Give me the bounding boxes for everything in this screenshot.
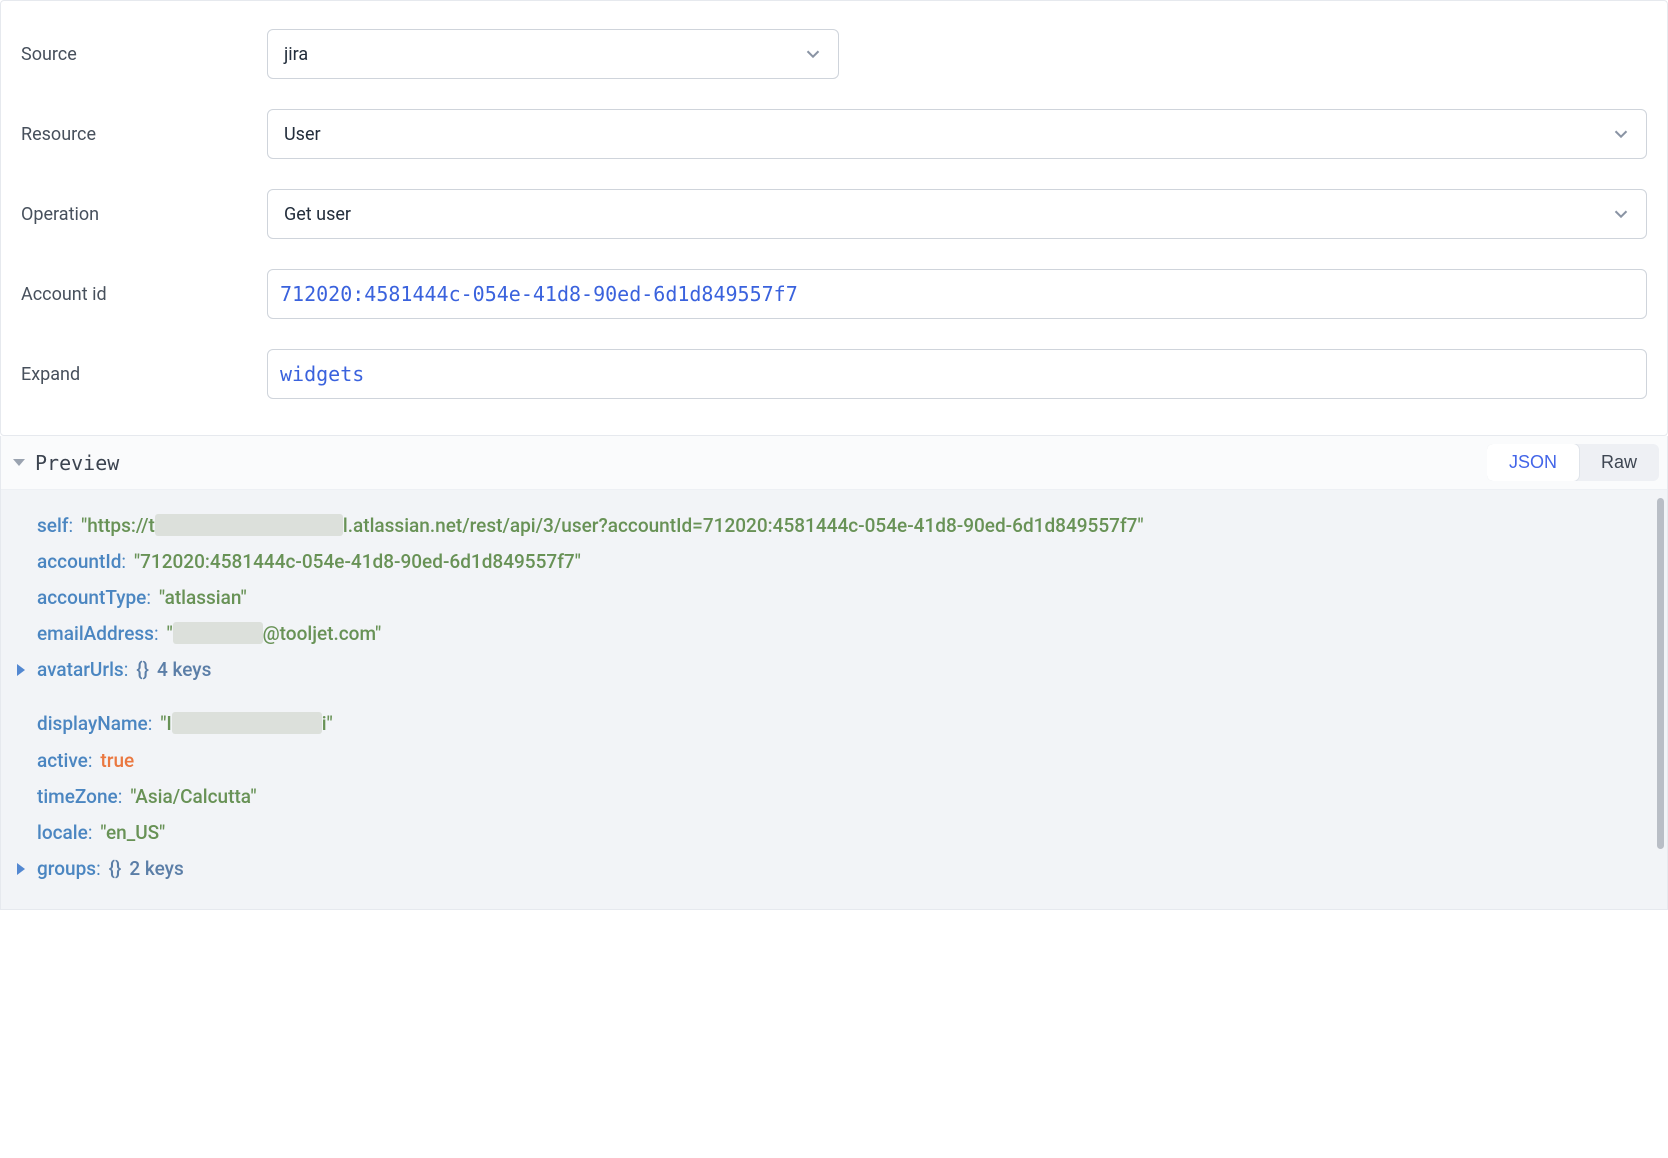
json-braces: {} bbox=[136, 652, 149, 688]
resource-value: User bbox=[284, 124, 321, 145]
json-braces: {} bbox=[109, 851, 122, 887]
operation-row: Operation Get user bbox=[21, 189, 1647, 239]
operation-label: Operation bbox=[21, 204, 267, 225]
expand-arrow-icon bbox=[17, 664, 25, 676]
json-value: "712020:4581444c-054e-41d8-90ed-6d1d8495… bbox=[134, 544, 581, 580]
operation-select[interactable]: Get user bbox=[267, 189, 1647, 239]
tab-json[interactable]: JSON bbox=[1487, 444, 1579, 481]
chevron-down-icon bbox=[1610, 123, 1632, 145]
redacted-block bbox=[173, 622, 263, 644]
json-key: timeZone bbox=[37, 779, 118, 815]
json-value: "Asia/Calcutta" bbox=[130, 779, 256, 815]
redacted-block bbox=[172, 712, 322, 734]
resource-label: Resource bbox=[21, 124, 267, 145]
source-row: Source jira bbox=[21, 29, 1647, 79]
json-key: groups bbox=[37, 851, 96, 887]
account-id-label: Account id bbox=[21, 284, 267, 305]
json-row-accounttype: accountType: "atlassian" bbox=[11, 580, 1657, 616]
chevron-down-icon bbox=[802, 43, 824, 65]
json-key: displayName bbox=[37, 706, 148, 742]
json-value: "@tooljet.com" bbox=[167, 616, 382, 652]
json-value: "https://tl.atlassian.net/rest/api/3/use… bbox=[81, 508, 1143, 544]
json-row-groups[interactable]: groups: {} 2 keys bbox=[11, 851, 1657, 887]
json-key: emailAddress bbox=[37, 616, 154, 652]
json-value: "en_US" bbox=[100, 815, 165, 851]
json-key: locale bbox=[37, 815, 88, 851]
source-select[interactable]: jira bbox=[267, 29, 839, 79]
expand-row: Expand widgets bbox=[21, 349, 1647, 399]
json-keys-count: 4 keys bbox=[157, 652, 211, 688]
source-value: jira bbox=[284, 44, 308, 65]
resource-select[interactable]: User bbox=[267, 109, 1647, 159]
json-row-avatarurls[interactable]: avatarUrls: {} 4 keys bbox=[11, 652, 1657, 688]
json-key: accountId bbox=[37, 544, 121, 580]
expand-input[interactable]: widgets bbox=[267, 349, 1647, 399]
triangle-down-icon bbox=[13, 459, 25, 466]
redacted-block bbox=[155, 514, 343, 536]
json-value: "atlassian" bbox=[159, 580, 247, 616]
preview-mode-toggle: JSON Raw bbox=[1487, 444, 1659, 481]
json-key: avatarUrls bbox=[37, 652, 124, 688]
preview-title: Preview bbox=[35, 451, 119, 475]
expand-arrow-icon bbox=[17, 863, 25, 875]
account-id-value: 712020:4581444c-054e-41d8-90ed-6d1d84955… bbox=[280, 282, 798, 306]
json-key: self bbox=[37, 508, 69, 544]
resource-row: Resource User bbox=[21, 109, 1647, 159]
json-keys-count: 2 keys bbox=[129, 851, 183, 887]
account-id-input[interactable]: 712020:4581444c-054e-41d8-90ed-6d1d84955… bbox=[267, 269, 1647, 319]
json-value: true bbox=[100, 743, 134, 779]
account-id-row: Account id 712020:4581444c-054e-41d8-90e… bbox=[21, 269, 1647, 319]
expand-label: Expand bbox=[21, 364, 267, 385]
json-row-timezone: timeZone: "Asia/Calcutta" bbox=[11, 779, 1657, 815]
preview-section: Preview JSON Raw self: "https://tl.atlas… bbox=[0, 436, 1668, 910]
preview-header: Preview JSON Raw bbox=[1, 436, 1667, 490]
json-row-self: self: "https://tl.atlassian.net/rest/api… bbox=[11, 508, 1657, 544]
operation-value: Get user bbox=[284, 204, 351, 225]
json-row-accountid: accountId: "712020:4581444c-054e-41d8-90… bbox=[11, 544, 1657, 580]
query-form: Source jira Resource User Operation Get … bbox=[0, 0, 1668, 436]
json-viewer[interactable]: self: "https://tl.atlassian.net/rest/api… bbox=[1, 490, 1667, 909]
scrollbar[interactable] bbox=[1657, 498, 1664, 849]
preview-toggle-button[interactable]: Preview bbox=[13, 451, 119, 475]
tab-raw[interactable]: Raw bbox=[1579, 444, 1659, 481]
json-row-displayname: displayName: "Ii" bbox=[11, 706, 1657, 742]
expand-value: widgets bbox=[280, 362, 364, 386]
json-value: "Ii" bbox=[160, 706, 332, 742]
json-key: accountType bbox=[37, 580, 146, 616]
json-row-locale: locale: "en_US" bbox=[11, 815, 1657, 851]
json-key: active bbox=[37, 743, 88, 779]
chevron-down-icon bbox=[1610, 203, 1632, 225]
source-label: Source bbox=[21, 44, 267, 65]
json-row-emailaddress: emailAddress: "@tooljet.com" bbox=[11, 616, 1657, 652]
json-row-active: active: true bbox=[11, 743, 1657, 779]
